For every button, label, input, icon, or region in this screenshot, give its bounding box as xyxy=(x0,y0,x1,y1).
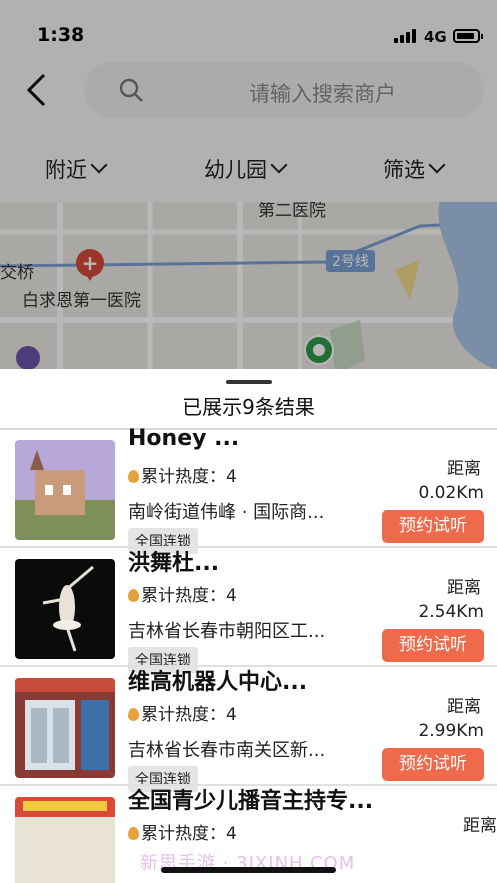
heat-value: 4 xyxy=(226,705,237,725)
result-card[interactable]: 维高机器人中心... 累计热度：4 吉林省长春市南关区新... 距离 2.99K… xyxy=(0,668,497,792)
store-name[interactable]: 维高机器人中心... xyxy=(128,664,307,696)
store-name[interactable]: 洪舞杜... xyxy=(128,545,219,577)
store-address: 吉林省长春市朝阳区工... xyxy=(128,621,326,642)
store-name[interactable]: Honey ... xyxy=(128,426,239,451)
distance-label: 距离 xyxy=(447,578,481,598)
heat-value: 4 xyxy=(226,824,237,844)
store-thumbnail xyxy=(15,440,115,540)
divider xyxy=(0,546,497,548)
distance-label: 距离 xyxy=(463,816,497,836)
distance-value: 2.99Km xyxy=(418,721,484,741)
distance-label: 距离 xyxy=(447,459,481,479)
result-card[interactable]: 洪舞杜... 累计热度：4 吉林省长春市朝阳区工... 距离 2.54Km 预约… xyxy=(0,549,497,673)
distance-label: 距离 xyxy=(447,697,481,717)
heat-stat: 累计热度：4 xyxy=(128,462,237,487)
flame-icon xyxy=(128,589,139,602)
heat-label: 累计热度： xyxy=(141,586,226,606)
store-address: 南岭街道伟峰 · 国际商... xyxy=(128,502,325,523)
flame-icon xyxy=(128,827,139,840)
heat-label: 累计热度： xyxy=(141,824,226,844)
heat-stat: 累计热度：4 xyxy=(128,819,237,844)
result-card[interactable]: Honey ... 累计热度：4 南岭街道伟峰 · 国际商... 距离 0.02… xyxy=(0,426,497,554)
home-indicator[interactable] xyxy=(161,867,336,873)
results-sheet[interactable]: 已展示9条结果 Honey ... 累计热度：4 南岭街道伟峰 · 国际商...… xyxy=(0,369,497,883)
heat-value: 4 xyxy=(226,586,237,606)
store-thumbnail xyxy=(15,678,115,778)
heat-value: 4 xyxy=(226,467,237,487)
flame-icon xyxy=(128,470,139,483)
store-name[interactable]: 全国青少儿播音主持专... xyxy=(128,783,373,815)
heat-stat: 累计热度：4 xyxy=(128,581,237,606)
store-thumbnail xyxy=(15,559,115,659)
flame-icon xyxy=(128,708,139,721)
distance-value: 2.54Km xyxy=(418,602,484,622)
distance-value: 0.02Km xyxy=(418,483,484,503)
book-trial-button[interactable]: 预约试听 xyxy=(382,748,484,781)
heat-label: 累计热度： xyxy=(141,705,226,725)
dim-overlay xyxy=(0,0,497,370)
drag-handle[interactable] xyxy=(226,380,272,384)
heat-label: 累计热度： xyxy=(141,467,226,487)
book-trial-button[interactable]: 预约试听 xyxy=(382,629,484,662)
result-summary: 已展示9条结果 xyxy=(182,395,315,419)
heat-stat: 累计热度：4 xyxy=(128,700,237,725)
store-thumbnail xyxy=(15,797,115,883)
book-trial-button[interactable]: 预约试听 xyxy=(382,510,484,543)
store-address: 吉林省长春市南关区新... xyxy=(128,740,326,761)
